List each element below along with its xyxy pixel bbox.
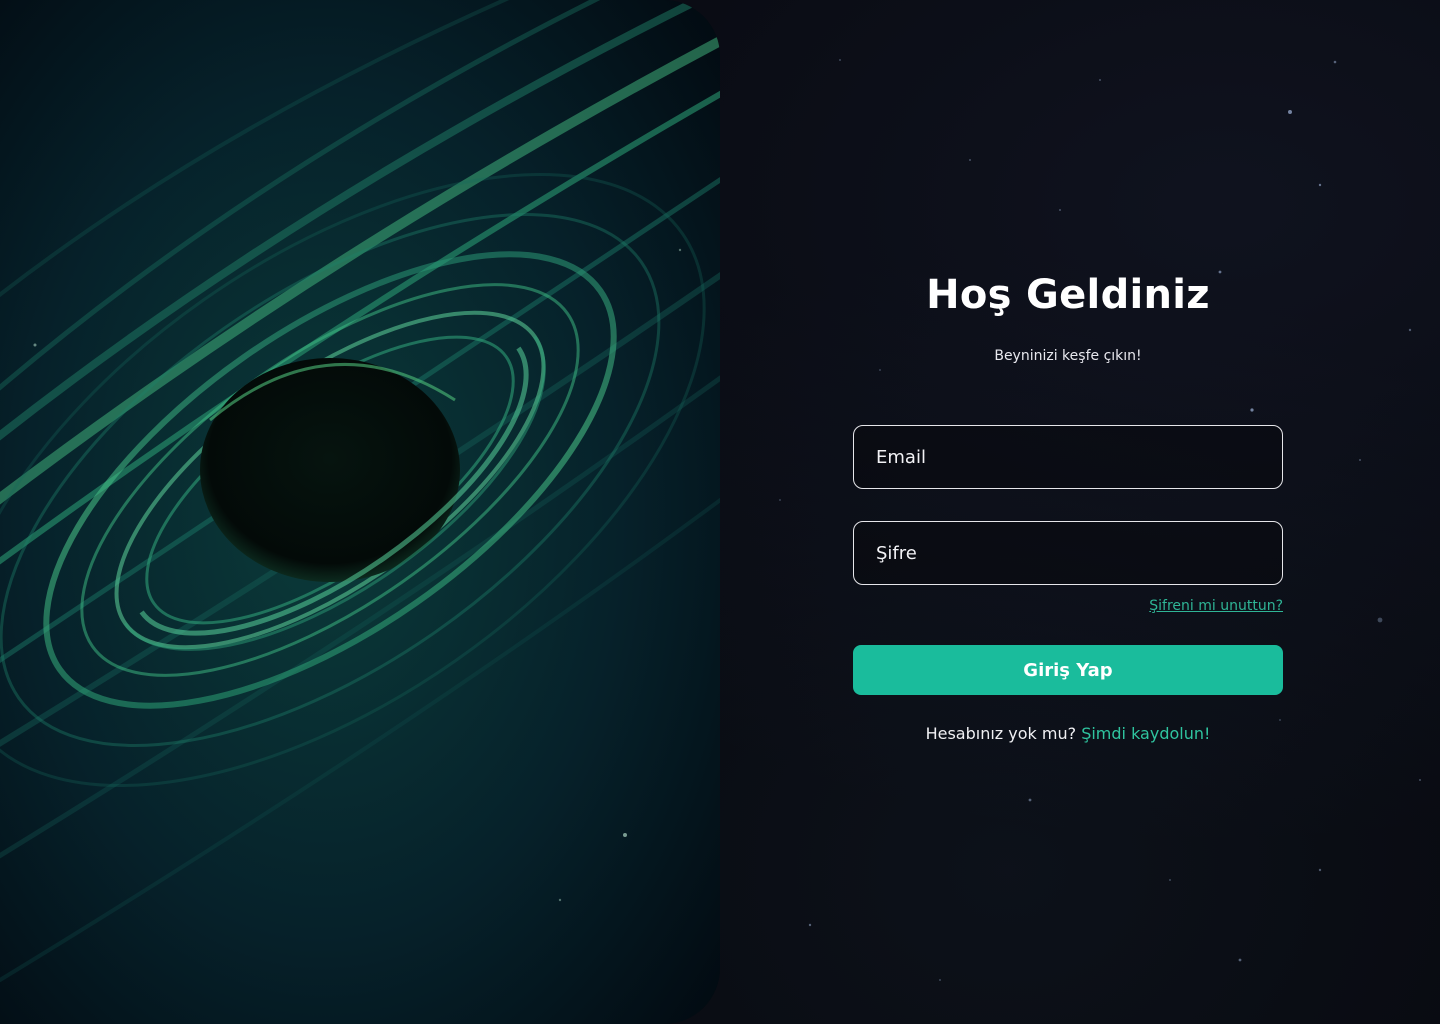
login-page: Hoş Geldiniz Beyninizi keşfe çıkın! Şifr… — [0, 0, 1440, 1024]
forgot-password-link[interactable]: Şifreni mi unuttun? — [1149, 598, 1283, 614]
page-subtitle: Beyninizi keşfe çıkın! — [994, 348, 1142, 364]
login-button[interactable]: Giriş Yap — [853, 645, 1283, 695]
hero-image-panel — [0, 0, 720, 1024]
login-form: Hoş Geldiniz Beyninizi keşfe çıkın! Şifr… — [853, 0, 1283, 1024]
password-field-container — [853, 521, 1283, 585]
signup-link[interactable]: Şimdi kaydolun! — [1081, 724, 1210, 743]
signup-prompt: Hesabınız yok mu? — [925, 724, 1082, 743]
signup-row: Hesabınız yok mu? Şimdi kaydolun! — [853, 724, 1283, 743]
black-hole-illustration — [0, 0, 720, 1024]
password-field[interactable] — [854, 522, 1282, 584]
page-title: Hoş Geldiniz — [926, 272, 1210, 318]
email-field[interactable] — [854, 426, 1282, 488]
email-field-container — [853, 425, 1283, 489]
